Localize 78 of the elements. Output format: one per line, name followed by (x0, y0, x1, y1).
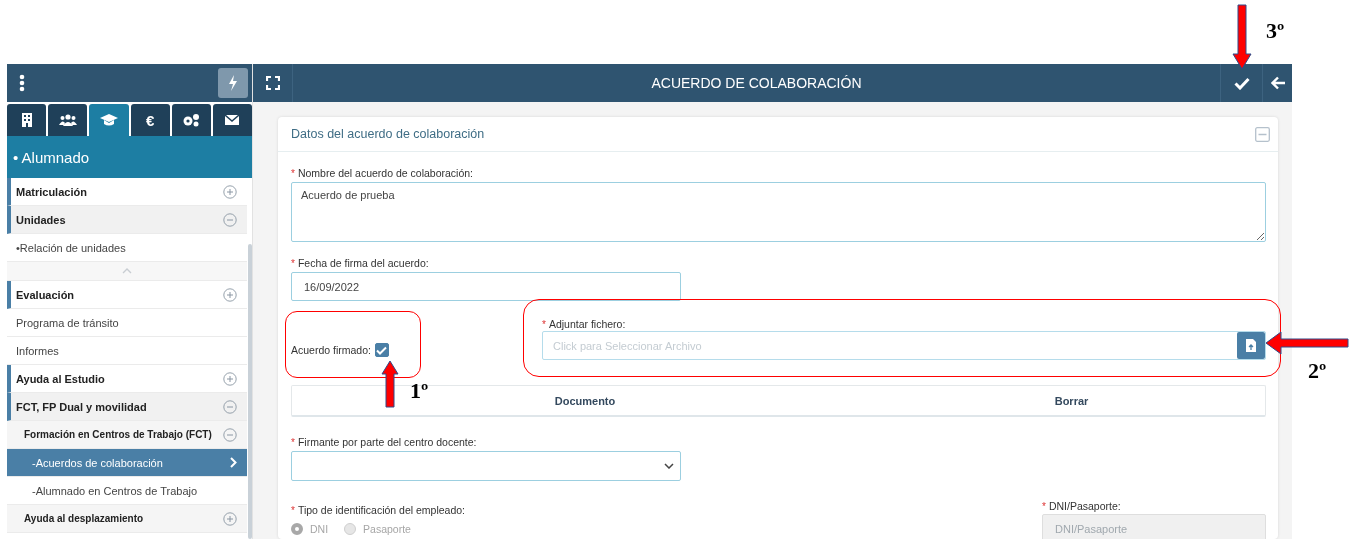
lightning-icon (228, 75, 238, 91)
collapse-icon[interactable] (1255, 126, 1270, 142)
menu-group[interactable]: Ayuda al Estudio (7, 365, 247, 393)
section-title: • Alumnado (7, 136, 252, 178)
menu-group-label: Matriculación (16, 185, 87, 198)
menu-group-label: Evaluación (16, 288, 75, 301)
menu-group-label: Ayuda al Estudio (16, 372, 105, 385)
expand-icon[interactable] (223, 287, 237, 302)
column-header: Borrar (1054, 394, 1089, 407)
arrow-left-icon (1270, 76, 1285, 90)
menu-group[interactable]: Unidades (7, 206, 247, 234)
step-number: 1º (410, 378, 429, 404)
date-field[interactable]: 16/09/2022 (291, 272, 681, 301)
required-mark: * (1042, 500, 1046, 512)
step-number: 2º (1308, 358, 1327, 384)
quick-actions-button[interactable] (218, 68, 248, 98)
page-title: ACUERDO DE COLABORACIÓN (650, 75, 863, 91)
step-number: 3º (1266, 18, 1285, 44)
radio-label: Pasaporte (363, 523, 411, 535)
menu-group-label: Unidades (16, 213, 66, 226)
signed-checkbox[interactable] (374, 343, 389, 357)
fullscreen-icon (265, 76, 280, 90)
expand-icon[interactable] (223, 184, 237, 199)
checkbox-label: Acuerdo firmado: (291, 344, 371, 356)
graduation-cap-icon (99, 114, 118, 126)
column-header: Documento (554, 394, 616, 407)
menu-group[interactable]: Evaluación (7, 281, 247, 309)
menu-group[interactable]: Ayuda al desplazamiento (7, 505, 247, 533)
building-icon (21, 113, 32, 127)
sidebar-tab[interactable] (48, 104, 88, 136)
required-mark: * (542, 318, 546, 330)
expand-icon[interactable] (223, 371, 237, 386)
file-upload-icon (1246, 339, 1256, 352)
required-mark: * (291, 504, 295, 516)
sidebar-tab[interactable]: € (130, 104, 170, 136)
menu-group[interactable]: FCT, FP Dual y movilidad (7, 393, 247, 421)
arrow-up-icon (381, 360, 399, 408)
chevron-down-icon (664, 463, 674, 469)
menu-group-label: FCT, FP Dual y movilidad (16, 400, 147, 413)
sidebar-tab[interactable] (171, 104, 211, 136)
menu-group[interactable]: Formación en Centros de Trabajo (FCT) (7, 421, 247, 449)
expand-icon[interactable] (223, 427, 237, 442)
field-label: Nombre del acuerdo de colaboración: (297, 167, 473, 179)
menu-item[interactable]: -Acuerdos de colaboración (7, 449, 247, 477)
field-label: Adjuntar fichero: (548, 318, 626, 330)
scrollbar[interactable] (248, 244, 252, 539)
expand-icon[interactable] (223, 399, 237, 414)
upload-button[interactable] (1237, 332, 1265, 359)
gears-icon (182, 113, 201, 127)
expand-icon[interactable] (223, 212, 237, 227)
signer-dropdown[interactable] (291, 451, 681, 481)
radio-label: DNI (310, 523, 329, 535)
field-label: Firmante por parte del centro docente: (297, 436, 477, 448)
chevron-right-icon (230, 457, 237, 468)
menu-item[interactable]: Programa de tránsito (7, 309, 247, 337)
required-mark: * (291, 167, 295, 179)
required-mark: * (291, 257, 295, 269)
name-textarea[interactable]: Acuerdo de prueba (291, 182, 1266, 242)
file-field[interactable]: Click para Seleccionar Archivo (542, 331, 1266, 360)
envelope-icon (225, 115, 240, 125)
sidebar-tab[interactable] (212, 104, 253, 136)
sidebar-tab[interactable] (89, 104, 129, 136)
chevron-up-icon (121, 268, 132, 274)
required-mark: * (291, 436, 295, 448)
arrow-down-icon (1232, 4, 1252, 70)
menu-group[interactable]: Matriculación (7, 178, 247, 206)
field-label: Fecha de firma del acuerdo: (297, 257, 429, 269)
menu-group-label: Ayuda al desplazamiento (24, 513, 144, 524)
menu-icon[interactable] (19, 74, 25, 92)
arrow-left-icon (1265, 331, 1349, 355)
checkmark-icon (1233, 76, 1250, 90)
card-title: Datos del acuerdo de colaboración (291, 127, 485, 141)
sidebar-tab[interactable] (7, 104, 47, 136)
field-label: DNI/Pasaporte: (1048, 500, 1121, 512)
users-icon (58, 114, 77, 126)
field-label: Tipo de identificación del empleado: (297, 504, 466, 516)
menu-group-label: Formación en Centros de Trabajo (FCT) (24, 429, 212, 440)
expand-icon[interactable] (223, 511, 237, 526)
